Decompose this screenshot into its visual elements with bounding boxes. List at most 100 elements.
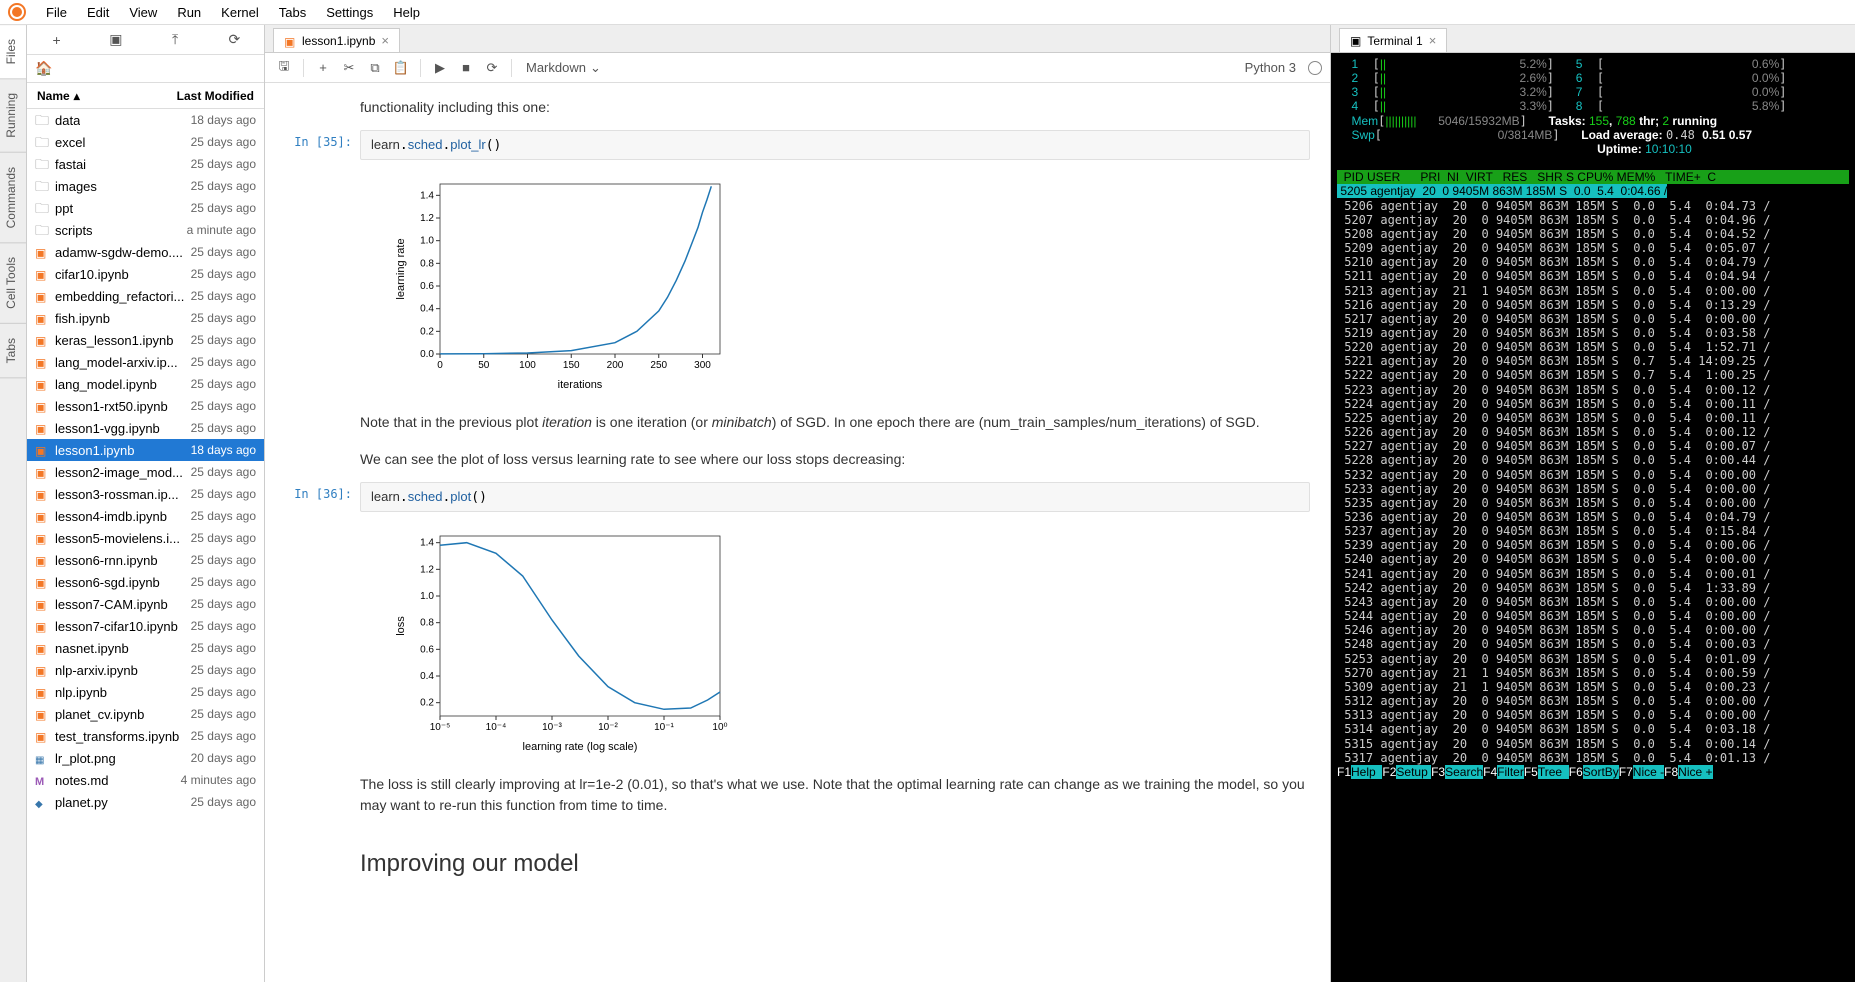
nb-icon (35, 575, 49, 589)
file-modified: 25 days ago (191, 553, 256, 567)
file-row[interactable]: planet_cv.ipynb25 days ago (27, 703, 264, 725)
home-icon[interactable]: 🏠 (35, 60, 52, 77)
file-row[interactable]: lesson4-imdb.ipynb25 days ago (27, 505, 264, 527)
nb-icon (35, 619, 49, 633)
file-row[interactable]: cifar10.ipynb25 days ago (27, 263, 264, 285)
code-cell[interactable]: learn.sched.plot_lr() (360, 130, 1310, 160)
refresh-icon[interactable]: ⟳ (226, 31, 242, 48)
file-row[interactable]: images 25 days ago (27, 175, 264, 197)
sidebar-tab-commands[interactable]: Commands (0, 153, 26, 243)
py-icon (35, 795, 49, 809)
new-file-icon[interactable]: + (49, 32, 65, 48)
file-name: lesson6-sgd.ipynb (55, 575, 160, 590)
file-row[interactable]: lang_model-arxiv.ip...25 days ago (27, 351, 264, 373)
input-prompt: In [35]: (285, 130, 360, 160)
folder-icon (35, 113, 49, 127)
file-row[interactable]: lesson6-sgd.ipynb25 days ago (27, 571, 264, 593)
terminal-body[interactable]: 1 [|| 5.2%] 5 [ 0.6%] 2 [|| 2.6%] 6 [ 0.… (1331, 53, 1855, 982)
file-row[interactable]: fish.ipynb25 days ago (27, 307, 264, 329)
menu-tabs[interactable]: Tabs (269, 2, 316, 23)
file-row[interactable]: lesson1-rxt50.ipynb 25 days ago (27, 395, 264, 417)
file-row[interactable]: lesson1.ipynb18 days ago (27, 439, 264, 461)
file-modified: 25 days ago (191, 465, 256, 479)
nb-icon (35, 399, 49, 413)
run-icon[interactable]: ▶ (429, 57, 451, 79)
file-name: lesson1-rxt50.ipynb (55, 399, 168, 414)
new-folder-icon[interactable]: ▣ (108, 31, 124, 48)
svg-text:50: 50 (478, 360, 490, 371)
restart-icon[interactable]: ⟳ (481, 57, 503, 79)
stop-icon[interactable]: ■ (455, 57, 477, 79)
menu-file[interactable]: File (36, 2, 77, 23)
kernel-name[interactable]: Python 3 (1245, 60, 1296, 75)
file-row[interactable]: lang_model.ipynb25 days ago (27, 373, 264, 395)
menu-run[interactable]: Run (167, 2, 211, 23)
file-row[interactable]: adamw-sgdw-demo....25 days ago (27, 241, 264, 263)
notebook-body[interactable]: functionality including this one: In [35… (265, 83, 1330, 982)
close-icon[interactable]: × (1429, 33, 1437, 48)
file-modified: 25 days ago (191, 179, 256, 193)
file-list-header[interactable]: Name▴ Last Modified (27, 83, 264, 109)
svg-text:0.4: 0.4 (420, 304, 434, 315)
breadcrumb[interactable]: 🏠 (27, 55, 264, 83)
tab-lesson1[interactable]: lesson1.ipynb × (273, 28, 400, 52)
svg-text:1.4: 1.4 (420, 538, 434, 549)
file-row[interactable]: ppt25 days ago (27, 197, 264, 219)
svg-text:0.8: 0.8 (420, 258, 434, 269)
file-row[interactable]: nlp.ipynb25 days ago (27, 681, 264, 703)
tab-terminal[interactable]: ▣ Terminal 1 × (1339, 28, 1447, 52)
file-row[interactable]: data18 days ago (27, 109, 264, 131)
svg-text:10⁰: 10⁰ (712, 722, 727, 733)
file-row[interactable]: scriptsa minute ago (27, 219, 264, 241)
menu-view[interactable]: View (119, 2, 167, 23)
file-row[interactable]: lesson1-vgg.ipynb25 days ago (27, 417, 264, 439)
file-row[interactable]: lesson5-movielens.i...25 days ago (27, 527, 264, 549)
plot-output-1: 0501001502002503000.00.20.40.60.81.01.21… (390, 174, 1310, 394)
add-cell-icon[interactable]: + (312, 57, 334, 79)
file-row[interactable]: lesson6-rnn.ipynb25 days ago (27, 549, 264, 571)
file-row[interactable]: nlp-arxiv.ipynb25 days ago (27, 659, 264, 681)
nb-icon (35, 245, 49, 259)
col-name[interactable]: Name (37, 89, 70, 103)
sidebar-tab-running[interactable]: Running (0, 79, 26, 153)
save-icon[interactable]: 🖫 (273, 57, 295, 79)
file-row[interactable]: keras_lesson1.ipynb25 days ago (27, 329, 264, 351)
file-modified: 4 minutes ago (181, 773, 256, 787)
img-icon (35, 751, 49, 765)
file-row[interactable]: lesson7-CAM.ipynb25 days ago (27, 593, 264, 615)
file-row[interactable]: fastai25 days ago (27, 153, 264, 175)
file-row[interactable]: lesson3-rossman.ip...25 days ago (27, 483, 264, 505)
cell-type-select[interactable]: Markdown⌄ (520, 58, 607, 78)
file-row[interactable]: planet.py25 days ago (27, 791, 264, 813)
sidebar-tab-files[interactable]: Files (0, 25, 26, 79)
col-modified[interactable]: Last Modified (177, 89, 254, 103)
sidebar-tab-tabs[interactable]: Tabs (0, 324, 26, 378)
cut-icon[interactable]: ✂ (338, 57, 360, 79)
file-row[interactable]: nasnet.ipynb25 days ago (27, 637, 264, 659)
close-icon[interactable]: × (381, 33, 389, 48)
menu-kernel[interactable]: Kernel (211, 2, 269, 23)
copy-icon[interactable]: ⧉ (364, 57, 386, 79)
menu-help[interactable]: Help (383, 2, 430, 23)
menu-edit[interactable]: Edit (77, 2, 119, 23)
file-row[interactable]: lesson2-image_mod...25 days ago (27, 461, 264, 483)
file-row[interactable]: test_transforms.ipynb25 days ago (27, 725, 264, 747)
file-name: images (55, 179, 97, 194)
paste-icon[interactable]: 📋 (390, 57, 412, 79)
file-modified: 25 days ago (191, 289, 256, 303)
file-row[interactable]: embedding_refactori... 25 days ago (27, 285, 264, 307)
upload-icon[interactable]: ⤒ (167, 31, 183, 48)
file-row[interactable]: lesson7-cifar10.ipynb25 days ago (27, 615, 264, 637)
svg-text:0: 0 (437, 360, 443, 371)
menu-settings[interactable]: Settings (316, 2, 383, 23)
nb-icon (35, 729, 49, 743)
file-name: lang_model-arxiv.ip... (55, 355, 178, 370)
file-row[interactable]: notes.md4 minutes ago (27, 769, 264, 791)
file-name: embedding_refactori... (55, 289, 184, 304)
md-heading: Improving our model (360, 828, 1310, 886)
file-row[interactable]: lr_plot.png20 days ago (27, 747, 264, 769)
file-modified: 25 days ago (191, 399, 256, 413)
file-row[interactable]: excel25 days ago (27, 131, 264, 153)
code-cell[interactable]: learn.sched.plot() (360, 482, 1310, 512)
sidebar-tab-cell tools[interactable]: Cell Tools (0, 243, 26, 324)
